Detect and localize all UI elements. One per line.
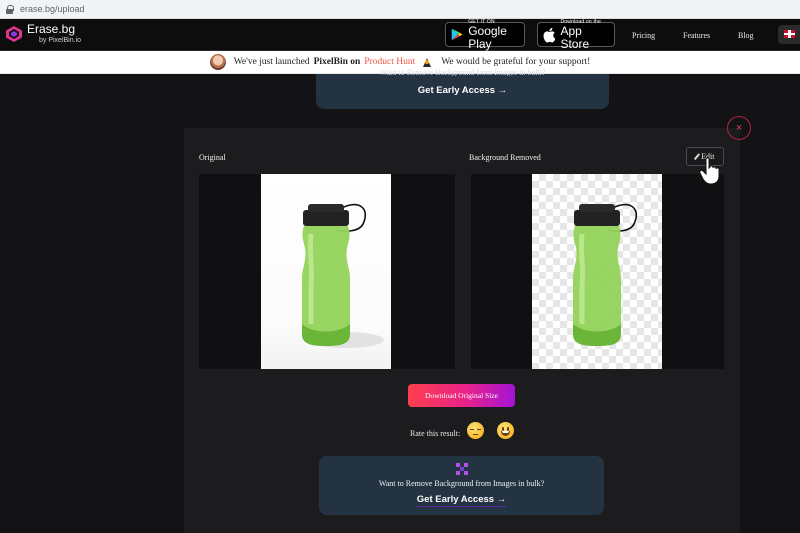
apple-icon xyxy=(543,27,556,42)
download-original-size-button[interactable]: Download Original Size xyxy=(408,384,515,407)
close-icon[interactable]: × xyxy=(727,116,751,140)
bottom-get-early-access-link[interactable]: Get Early Access → xyxy=(319,494,604,507)
url-text[interactable]: erase.bg/upload xyxy=(20,4,85,14)
unamused-face-emoji-icon[interactable] xyxy=(467,422,484,439)
banner-suffix: We would be grateful for your support! xyxy=(441,57,591,67)
nav-link-pricing[interactable]: Pricing xyxy=(632,31,655,40)
banner-prefix: We've just launched xyxy=(233,57,310,67)
product-hunt-link[interactable]: Product Hunt xyxy=(364,57,415,67)
google-play-icon xyxy=(451,28,463,41)
bottom-bulk-promo-card: Want to Remove Background from Images in… xyxy=(319,456,604,515)
founder-avatar xyxy=(209,54,226,70)
browser-url-bar[interactable]: erase.bg/upload xyxy=(0,0,800,19)
google-play-button[interactable]: GET IT ON Google Play xyxy=(445,19,525,50)
nav-link-features[interactable]: Features xyxy=(683,31,710,40)
app-store-button[interactable]: Download on the App Store xyxy=(537,19,615,50)
bottom-promo-question: Want to Remove Background from Images in… xyxy=(378,479,545,488)
logo[interactable]: Erase.bg by PixelBin.io xyxy=(5,23,81,45)
bulk-grid-icon xyxy=(455,463,468,475)
google-play-big: Google Play xyxy=(468,23,507,51)
product-hunt-cat-icon xyxy=(421,56,433,68)
erase-bg-logo-icon xyxy=(5,25,23,43)
uk-flag-icon xyxy=(784,30,795,38)
site-navbar: Erase.bg by PixelBin.io GET IT ON Google… xyxy=(0,19,800,51)
lock-icon xyxy=(6,4,14,14)
top-promo-question: Want to Remove Background from Images in… xyxy=(379,68,546,76)
app-store-big: App Store xyxy=(560,23,590,51)
banner-brand: PixelBin on xyxy=(313,57,361,67)
original-image xyxy=(261,174,391,369)
rate-result-label: Rate this result: xyxy=(410,429,461,438)
grinning-face-emoji-icon[interactable] xyxy=(497,422,514,439)
language-selector[interactable] xyxy=(778,25,800,44)
nav-link-blog[interactable]: Blog xyxy=(738,31,754,40)
original-label: Original xyxy=(199,153,226,162)
top-get-early-access-link[interactable]: Get Early Access → xyxy=(316,85,609,96)
logo-byline: by PixelBin.io xyxy=(39,37,82,44)
top-bulk-promo-card: Want to Remove Background from Images in… xyxy=(316,68,609,109)
logo-name: Erase.bg xyxy=(27,22,76,36)
hand-cursor-icon xyxy=(699,157,720,185)
background-removed-label: Background Removed xyxy=(469,153,541,162)
background-removed-image xyxy=(532,174,662,369)
